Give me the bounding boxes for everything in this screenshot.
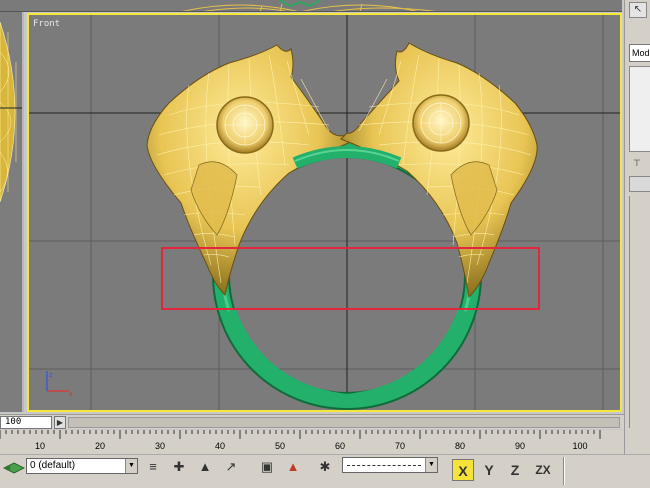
select-cursor-icon[interactable]: ↖ bbox=[629, 2, 647, 18]
max-window: Front z x ↖ Mod ⊤ 100 ▶ 10 20 30 40 50 6… bbox=[0, 0, 650, 488]
viewport-grid bbox=[29, 15, 620, 410]
left-head-object[interactable] bbox=[146, 44, 354, 297]
viewport-grid-axes bbox=[29, 15, 620, 410]
named-selection-dropdown[interactable]: ▼ bbox=[342, 457, 438, 473]
layer-name: 0 (default) bbox=[30, 460, 76, 471]
chevron-down-icon[interactable]: ▼ bbox=[425, 458, 437, 472]
ruler-tick-label: 90 bbox=[514, 441, 526, 451]
stack-icon[interactable]: ≡ bbox=[142, 457, 164, 477]
gizmo-x-label: x bbox=[69, 391, 73, 398]
toolbar-divider bbox=[563, 457, 565, 485]
ruler-tick-label: 40 bbox=[214, 441, 226, 451]
front-viewport-scene: z x bbox=[29, 15, 620, 410]
ruler-tick-label: 30 bbox=[154, 441, 166, 451]
modifier-list[interactable] bbox=[629, 66, 650, 152]
triangle-right-icon[interactable]: ▶ bbox=[54, 416, 66, 429]
axis-z-button[interactable]: Z bbox=[504, 459, 526, 481]
ruler-tick-label: 70 bbox=[394, 441, 406, 451]
ruler-tick-label: 50 bbox=[274, 441, 286, 451]
command-panel: ↖ Mod ⊤ bbox=[624, 0, 650, 456]
modify-tab[interactable]: Mod bbox=[629, 44, 650, 62]
ruler-tick-label: 100 bbox=[572, 441, 588, 451]
top-viewport[interactable] bbox=[0, 0, 622, 12]
time-slider: 100 ▶ bbox=[0, 414, 624, 429]
ruler-tick-label: 60 bbox=[334, 441, 346, 451]
axis-x-button[interactable]: X bbox=[452, 459, 474, 481]
ruler-ticks bbox=[0, 430, 601, 439]
schematic-icon[interactable]: ✱ bbox=[314, 457, 336, 477]
front-viewport[interactable]: Front z x bbox=[27, 13, 622, 412]
create-icon[interactable]: ✚ bbox=[168, 457, 190, 477]
left-viewport[interactable] bbox=[0, 12, 24, 412]
ruler-tick-label: 80 bbox=[454, 441, 466, 451]
current-frame-field[interactable]: 100 bbox=[0, 416, 52, 429]
unlink-icon[interactable]: ↗ bbox=[220, 457, 242, 477]
left-viewport-wireframe bbox=[0, 21, 22, 203]
gizmo-z-label: z bbox=[49, 372, 53, 379]
pin-icon[interactable]: ⊤ bbox=[633, 158, 641, 169]
axis-zx-button[interactable]: ZX bbox=[530, 459, 556, 481]
dashed-line bbox=[347, 465, 421, 466]
top-viewport-wireframe bbox=[182, 0, 436, 11]
chevron-down-icon[interactable]: ▼ bbox=[125, 459, 137, 473]
named-selection-icon[interactable]: ▲ bbox=[282, 457, 304, 477]
layers-icon[interactable] bbox=[2, 461, 26, 475]
right-head-object[interactable] bbox=[340, 42, 538, 299]
ruler-tick-label: 20 bbox=[94, 441, 106, 451]
axis-y-button[interactable]: Y bbox=[478, 459, 500, 481]
track-bar-ruler[interactable]: 10 20 30 40 50 60 70 80 90 100 bbox=[0, 430, 624, 454]
layer-dropdown[interactable]: 0 (default) ▼ bbox=[26, 458, 138, 474]
status-toolbar: 0 (default) ▼ ≡ ✚ ▲ ↗ ▣ ▲ ✱ ▼ X Y Z ZX bbox=[0, 454, 650, 488]
bind-space-warp-icon[interactable]: ▣ bbox=[256, 457, 278, 477]
axis-gizmo: z x bbox=[46, 371, 73, 398]
command-panel-scroll[interactable] bbox=[629, 196, 650, 428]
ruler-tick-label: 10 bbox=[34, 441, 46, 451]
modifier-stack-toolbar[interactable] bbox=[629, 176, 650, 192]
time-slider-track[interactable] bbox=[68, 417, 620, 428]
select-link-icon[interactable]: ▲ bbox=[194, 457, 216, 477]
